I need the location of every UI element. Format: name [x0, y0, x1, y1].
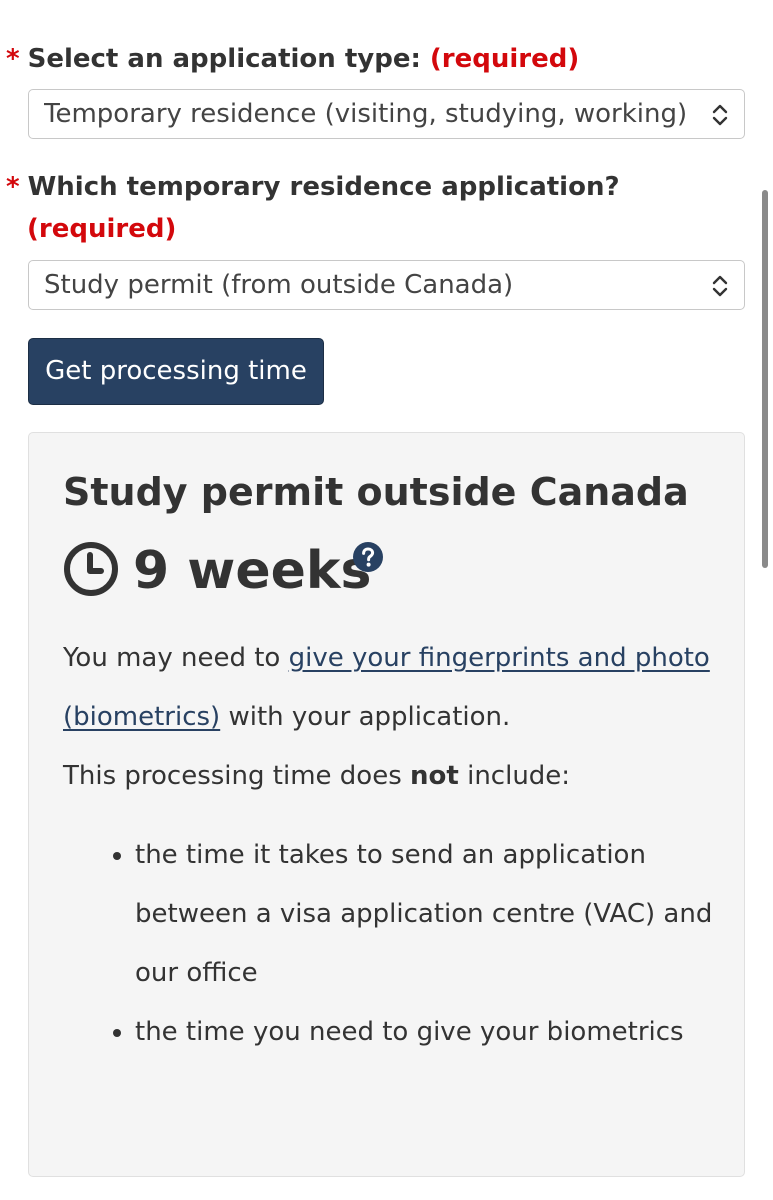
processing-time-value: 9 weeks	[133, 541, 372, 601]
exclusions-emphasis: not	[410, 761, 459, 791]
application-type-label: * Select an application type: (required)	[6, 38, 579, 80]
application-type-label-text: Select an application type:	[27, 44, 421, 74]
temporary-residence-select[interactable]: Study permit (from outside Canada)	[28, 260, 745, 310]
application-type-selected-value: Temporary residence (visiting, studying,…	[44, 99, 688, 129]
required-asterisk: *	[6, 44, 20, 74]
required-indicator: (required)	[429, 44, 580, 74]
list-item: the time you need to give your biometric…	[135, 1003, 723, 1062]
processing-time-result-panel: Study permit outside Canada 9 weeks You …	[28, 432, 745, 1177]
result-title: Study permit outside Canada	[63, 470, 689, 514]
question-circle-icon[interactable]	[352, 541, 384, 573]
exclusions-list: the time it takes to send an application…	[63, 826, 723, 1062]
application-type-select[interactable]: Temporary residence (visiting, studying,…	[28, 89, 745, 139]
biometrics-intro-text: You may need to	[63, 643, 289, 673]
biometrics-suffix-text: with your application.	[220, 702, 511, 732]
result-body: You may need to give your fingerprints a…	[63, 629, 723, 1062]
list-item: the time it takes to send an application…	[135, 826, 723, 1003]
exclusions-intro: This processing time does not include:	[63, 747, 723, 806]
exclusions-prefix-text: This processing time does	[63, 761, 411, 791]
page-scrollbar[interactable]	[762, 190, 768, 568]
biometrics-paragraph: You may need to give your fingerprints a…	[63, 629, 723, 747]
temporary-residence-selected-value: Study permit (from outside Canada)	[44, 270, 514, 300]
get-processing-time-button[interactable]: Get processing time	[28, 338, 324, 405]
exclusions-suffix-text: include:	[458, 761, 571, 791]
chevron-up-down-icon	[712, 104, 728, 126]
required-indicator: (required)	[27, 214, 177, 244]
chevron-up-down-icon	[712, 275, 728, 297]
temporary-residence-label: * Which temporary residence application? (…	[6, 166, 706, 250]
temporary-residence-label-text: Which temporary residence application?	[27, 172, 620, 202]
clock-icon	[64, 542, 118, 596]
required-asterisk: *	[6, 172, 20, 202]
